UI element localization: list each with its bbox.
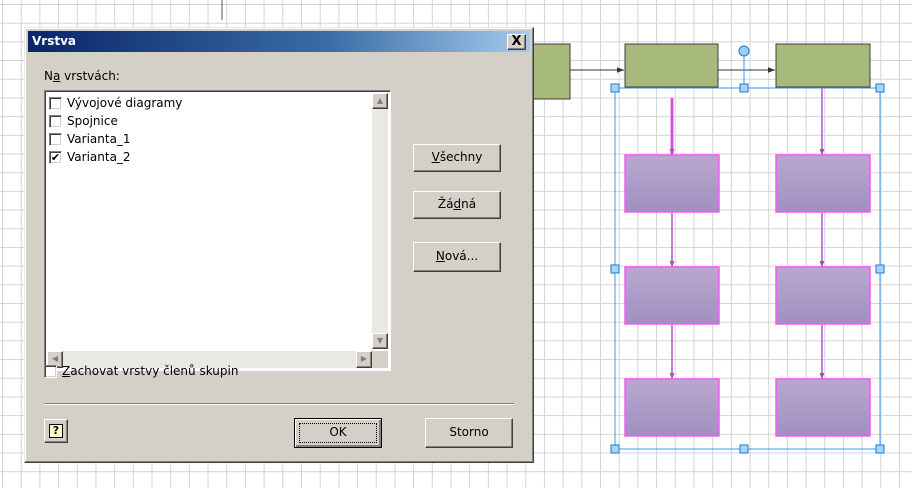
help-button[interactable]: ? bbox=[44, 419, 68, 443]
layer-checkbox[interactable] bbox=[49, 132, 62, 146]
purple-process-shape[interactable] bbox=[624, 154, 720, 213]
new-layer-button[interactable]: Nová... bbox=[413, 242, 501, 272]
keep-group-layers-checkbox[interactable] bbox=[44, 364, 57, 378]
purple-process-shape[interactable] bbox=[775, 266, 871, 325]
purple-process-shape[interactable] bbox=[624, 378, 720, 437]
check-icon: ✔ bbox=[50, 150, 61, 164]
layer-label: Vývojové diagramy bbox=[67, 96, 183, 110]
layers-label: Na vrstvách: bbox=[44, 69, 120, 83]
purple-process-shape[interactable] bbox=[775, 154, 871, 213]
purple-process-shape[interactable] bbox=[624, 266, 720, 325]
selection-handle[interactable] bbox=[610, 264, 620, 274]
layer-label: Varianta_2 bbox=[67, 150, 131, 164]
layer-label: Varianta_1 bbox=[67, 132, 131, 146]
dialog-titlebar[interactable]: Vrstva X bbox=[28, 31, 530, 52]
keep-group-layers-label: Zachovat vrstvy členů skupin bbox=[62, 364, 239, 378]
green-process-shape[interactable] bbox=[775, 43, 871, 88]
cancel-button[interactable]: Storno bbox=[425, 418, 513, 448]
vertical-scrollbar[interactable]: ▲ ▼ bbox=[372, 93, 388, 349]
scroll-right-button[interactable]: ▶ bbox=[356, 351, 372, 368]
selection-handle[interactable] bbox=[739, 83, 749, 93]
scrollbar-corner bbox=[372, 351, 388, 368]
purple-process-shape[interactable] bbox=[775, 378, 871, 437]
selection-handle[interactable] bbox=[875, 444, 885, 454]
keep-group-layers-option[interactable]: Zachovat vrstvy členů skupin bbox=[44, 362, 238, 380]
layer-checkbox[interactable] bbox=[49, 114, 62, 128]
layer-dialog: Vrstva X Na vrstvách: Vývojové diagramy … bbox=[24, 27, 534, 463]
layer-checkbox[interactable] bbox=[49, 96, 62, 110]
close-icon: X bbox=[511, 34, 522, 49]
arrow-up-icon: ▲ bbox=[376, 96, 384, 105]
close-button[interactable]: X bbox=[507, 34, 526, 50]
scroll-up-button[interactable]: ▲ bbox=[372, 93, 388, 109]
selection-handle[interactable] bbox=[875, 264, 885, 274]
selection-handle[interactable] bbox=[739, 444, 749, 454]
scroll-down-button[interactable]: ▼ bbox=[372, 333, 388, 349]
selection-handle[interactable] bbox=[610, 444, 620, 454]
selection-handle[interactable] bbox=[610, 83, 620, 93]
focus-indicator bbox=[299, 423, 377, 443]
divider bbox=[44, 403, 514, 405]
rotation-handle[interactable] bbox=[738, 45, 750, 57]
help-icon: ? bbox=[49, 424, 63, 438]
layer-item-spojnice[interactable]: Spojnice bbox=[49, 112, 118, 130]
arrow-down-icon: ▼ bbox=[376, 336, 384, 345]
selection-handle[interactable] bbox=[875, 83, 885, 93]
select-none-button[interactable]: Žádná bbox=[413, 191, 501, 219]
layer-list[interactable]: Vývojové diagramy Spojnice Varianta_1 ✔ … bbox=[44, 90, 391, 371]
arrow-right-icon: ▶ bbox=[360, 354, 368, 363]
green-process-shape[interactable] bbox=[624, 43, 719, 88]
select-all-button[interactable]: Všechny bbox=[413, 144, 501, 172]
layer-checkbox[interactable]: ✔ bbox=[49, 150, 62, 164]
ok-button[interactable]: OK bbox=[294, 418, 382, 448]
dialog-title: Vrstva bbox=[32, 34, 77, 48]
layer-item-varianta-2[interactable]: ✔ Varianta_2 bbox=[49, 148, 131, 166]
layer-item-varianta-1[interactable]: Varianta_1 bbox=[49, 130, 131, 148]
layer-label: Spojnice bbox=[67, 114, 118, 128]
layer-item-vyvojove-diagramy[interactable]: Vývojové diagramy bbox=[49, 94, 182, 112]
